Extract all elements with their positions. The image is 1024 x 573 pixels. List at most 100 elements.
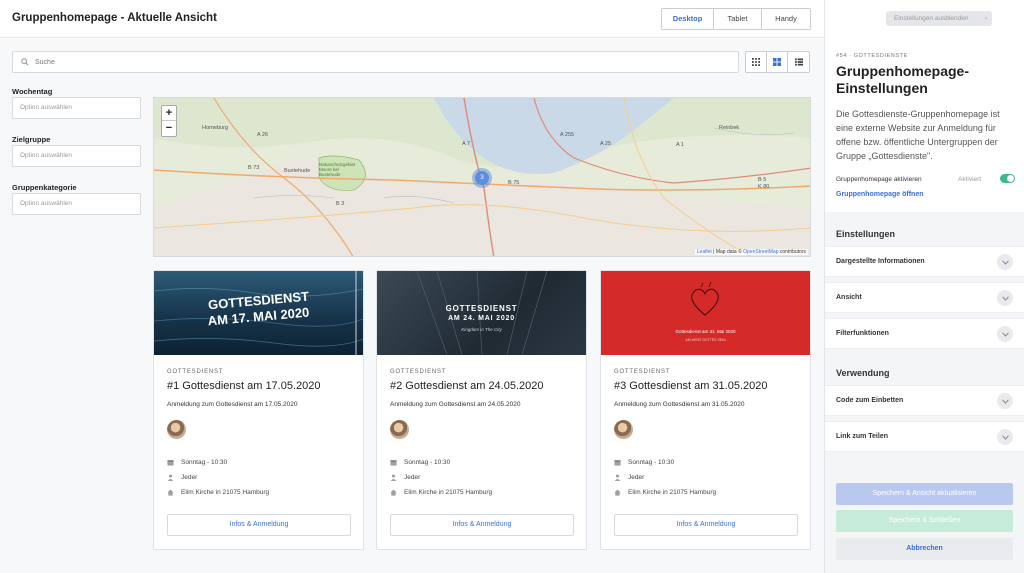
card-image-subline: AM HERZ GOTTES SEIN [685, 338, 726, 342]
accordion-view[interactable]: Ansicht [825, 282, 1024, 313]
map-road-label: A 25 [600, 141, 612, 147]
view-mode-switch [745, 51, 810, 73]
card-image: GOTTESDIENST AM 24. MAI 2020 Kingdom in … [377, 271, 586, 355]
search-input[interactable] [35, 55, 725, 69]
card-audience-text: Jeder [404, 474, 421, 481]
buildings-texture [416, 271, 548, 355]
accordion-displayed-info[interactable]: Dargestellte Informationen [825, 246, 1024, 277]
panel-kicker: #54 · GOTTESDIENSTE [836, 53, 908, 59]
calendar-icon [614, 460, 621, 466]
grid-small-button[interactable] [746, 52, 767, 72]
event-card: GOTTESDIENST AM 17. MAI 2020 GOTTESDIENS… [153, 270, 364, 550]
event-card: Gottesdienst am 31. Mai 2020 AM HERZ GOT… [600, 270, 811, 550]
map-attribution: Leaflet | Map data © OpenStreetMap contr… [694, 249, 808, 255]
map-cluster-marker[interactable]: 3 [472, 168, 492, 188]
event-card: GOTTESDIENST AM 24. MAI 2020 Kingdom in … [376, 270, 587, 550]
info-registration-button[interactable]: Infos & Anmeldung [167, 514, 351, 536]
device-desktop-button[interactable]: Desktop [662, 9, 714, 29]
page-title: Gruppenhomepage - Aktuelle Ansicht [12, 12, 217, 24]
map-road-label: B 75 [508, 180, 520, 186]
card-time-text: Sonntag - 10:30 [181, 459, 228, 466]
card-time-text: Sonntag - 10:30 [404, 459, 451, 466]
cancel-button[interactable]: Abbrechen [836, 538, 1013, 560]
map-place-label: Naturschutzgebiet Moore bei Buxtehude [319, 162, 356, 177]
list-icon [794, 58, 803, 66]
info-registration-button[interactable]: Infos & Anmeldung [614, 514, 798, 536]
filter-category-select[interactable]: Option auswählen [12, 193, 141, 215]
card-description: Anmeldung zum Gottesdienst am 17.05.2020 [167, 401, 298, 408]
hide-settings-label: Einstellungen ausblenden [894, 15, 969, 22]
device-switch: Desktop Tablet Handy [661, 8, 811, 30]
accordion-share-link[interactable]: Link zum Teilen [825, 421, 1024, 452]
card-location: Elim Kirche in 21075 Hamburg [390, 489, 492, 496]
card-location-text: Elim Kirche in 21075 Hamburg [181, 489, 270, 496]
calendar-icon [167, 460, 174, 466]
accordion-embed-code[interactable]: Code zum Einbetten [825, 385, 1024, 416]
card-description: Anmeldung zum Gottesdienst am 31.05.2020 [614, 401, 745, 408]
filter-label-weekday: Wochentag [12, 87, 53, 96]
card-category: GOTTESDIENST [390, 369, 447, 375]
filter-label-audience: Zielgruppe [12, 135, 51, 144]
card-image: Gottesdienst am 31. Mai 2020 AM HERZ GOT… [601, 271, 810, 355]
map[interactable]: Horneburg Buxtehude Reinbek Naturschutzg… [153, 97, 811, 257]
card-description: Anmeldung zum Gottesdienst am 24.05.2020 [390, 401, 521, 408]
card-image-headline: AM 24. MAI 2020 [448, 315, 515, 322]
avatar [390, 420, 409, 439]
save-update-button[interactable]: Speichern & Ansicht aktualisieren [836, 483, 1013, 505]
user-icon [167, 474, 174, 481]
card-audience-text: Jeder [181, 474, 198, 481]
home-icon [614, 489, 621, 496]
card-image-subline: Kingdom in The City [461, 327, 502, 332]
device-tablet-button[interactable]: Tablet [714, 9, 762, 29]
device-mobile-button[interactable]: Handy [762, 9, 810, 29]
user-icon [614, 474, 621, 481]
info-registration-button[interactable]: Infos & Anmeldung [390, 514, 574, 536]
card-title: #1 Gottesdienst am 17.05.2020 [167, 380, 321, 392]
save-close-button[interactable]: Speichern & Schließen [836, 510, 1013, 532]
map-road-label: B 73 [248, 165, 260, 171]
leaflet-link[interactable]: Leaflet [697, 249, 712, 255]
list-view-button[interactable] [788, 52, 809, 72]
chevron-down-icon [997, 290, 1013, 306]
zoom-out-button[interactable]: − [162, 121, 176, 136]
chevron-down-icon [997, 326, 1013, 342]
panel-footer: Speichern & Ansicht aktualisieren Speich… [825, 467, 1024, 573]
grid-large-button[interactable] [767, 52, 788, 72]
zoom-in-button[interactable]: + [162, 106, 176, 121]
open-homepage-link[interactable]: Gruppenhomepage öffnen [836, 191, 924, 198]
accordion-label: Filterfunktionen [836, 330, 889, 337]
activate-homepage-toggle[interactable] [1000, 174, 1015, 183]
chevron-down-icon [997, 254, 1013, 270]
accordion-label: Code zum Einbetten [836, 397, 904, 404]
cluster-count: 3 [475, 171, 489, 185]
card-title: #2 Gottesdienst am 24.05.2020 [390, 380, 544, 392]
card-image: GOTTESDIENST AM 17. MAI 2020 [154, 271, 363, 355]
attribution-suffix: contributors [779, 249, 806, 255]
hide-settings-button[interactable]: Einstellungen ausblenden › [886, 11, 992, 26]
map-road-label: B 5 [758, 177, 767, 183]
map-road-label: A 7 [462, 141, 470, 147]
osm-link[interactable]: OpenStreetMap [743, 249, 778, 255]
card-audience: Jeder [390, 474, 420, 481]
panel-description: Die Gottesdienste-Gruppenhomepage ist ei… [836, 109, 1000, 161]
card-audience: Jeder [167, 474, 197, 481]
map-road-label: A 26 [257, 132, 269, 138]
section-heading-usage: Verwendung [836, 368, 890, 378]
user-icon [390, 474, 397, 481]
map-place-label: Reinbek [719, 125, 740, 131]
filter-audience-select[interactable]: Option auswählen [12, 145, 141, 167]
search-box [12, 51, 739, 73]
avatar [167, 420, 186, 439]
card-time: Sonntag - 10:30 [614, 459, 674, 466]
top-bar: Gruppenhomepage - Aktuelle Ansicht Deskt… [0, 0, 824, 38]
card-location: Elim Kirche in 21075 Hamburg [167, 489, 269, 496]
section-heading-settings: Einstellungen [836, 229, 896, 239]
avatar [614, 420, 633, 439]
filter-weekday-select[interactable]: Option auswählen [12, 97, 141, 119]
accordion-filter-functions[interactable]: Filterfunktionen [825, 318, 1024, 349]
map-road-label: A 1 [676, 142, 684, 148]
grid-small-icon [752, 58, 760, 66]
settings-panel: Einstellungen ausblenden › #54 · GOTTESDI… [824, 0, 1024, 573]
toggle-state: Aktiviert [958, 176, 982, 183]
card-audience-text: Jeder [628, 474, 645, 481]
